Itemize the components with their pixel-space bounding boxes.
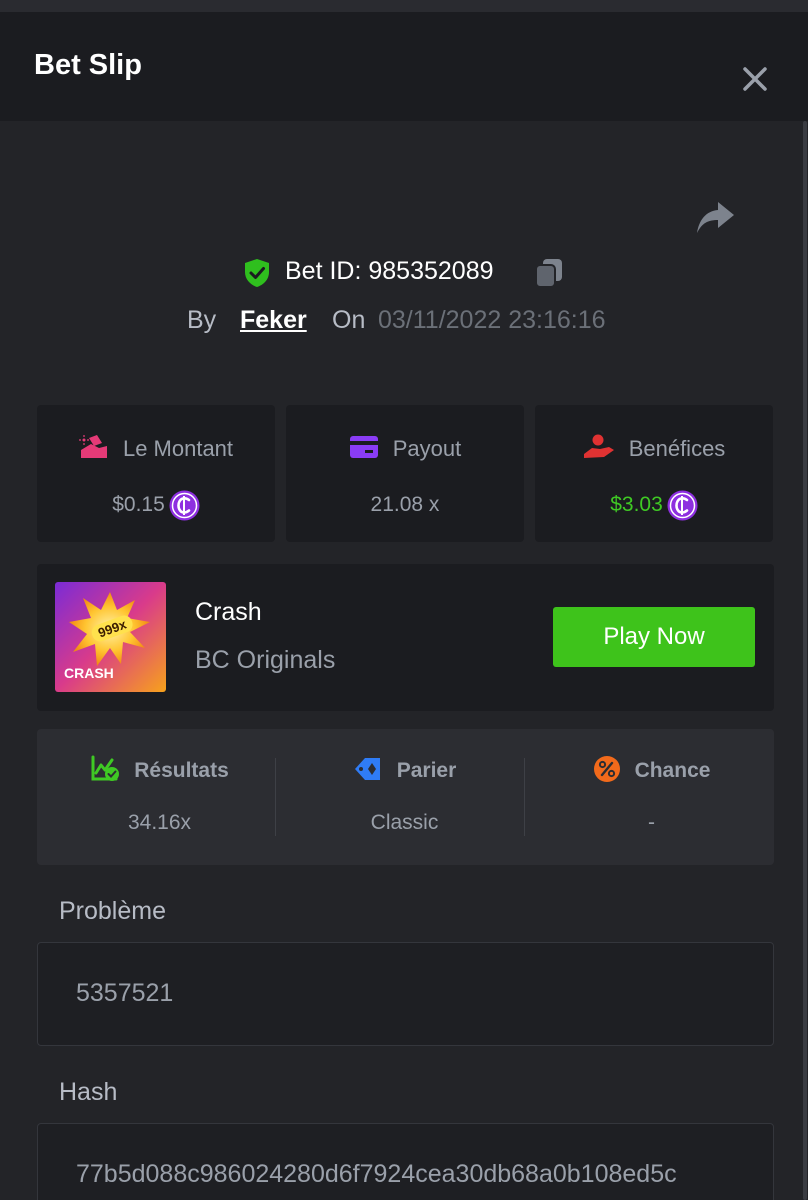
game-provider: BC Originals <box>195 646 336 674</box>
share-icon <box>697 202 734 233</box>
chart-check-icon <box>90 755 120 788</box>
result-column-results: Résultats 34.16x <box>37 729 282 865</box>
coins-hand-icon <box>78 434 109 465</box>
probleme-label: Problème <box>59 897 166 925</box>
stat-card-profit: Benéfices $3.03 <box>535 405 773 542</box>
stat-value: $3.03 <box>610 493 663 516</box>
bet-meta-row: By Feker On 03/11/2022 23:16:16 <box>0 302 808 342</box>
stat-label: Benéfices <box>628 436 726 461</box>
stat-value: $0.15 <box>112 493 165 516</box>
stat-label: Payout <box>392 436 462 461</box>
by-label: By <box>187 306 217 334</box>
game-name[interactable]: Crash <box>195 598 262 627</box>
svg-text:CRASH: CRASH <box>64 665 114 681</box>
game-thumbnail[interactable]: 999x CRASH <box>55 582 166 692</box>
stat-label: Le Montant <box>122 436 234 461</box>
coin-icon <box>169 490 200 521</box>
play-now-button[interactable]: Play Now <box>553 607 755 667</box>
result-label: Parier <box>396 759 457 782</box>
divider <box>524 758 525 836</box>
hash-label: Hash <box>59 1078 118 1106</box>
result-value: - <box>648 811 655 834</box>
card-icon <box>349 435 379 464</box>
on-label: On <box>332 306 366 334</box>
bet-datetime: 03/11/2022 23:16:16 <box>378 306 606 334</box>
close-icon <box>743 67 767 91</box>
stat-value: 21.08 x <box>370 493 440 516</box>
game-card: 999x CRASH Crash BC Originals Play Now <box>37 564 774 711</box>
stat-card-amount: Le Montant $0.15 <box>37 405 275 542</box>
page-title: Bet Slip <box>34 49 142 81</box>
user-link[interactable]: Feker <box>240 306 307 335</box>
hash-value: 77b5d088c986024280d6f7924cea30db68a0b108… <box>76 1160 677 1188</box>
hash-field[interactable]: 77b5d088c986024280d6f7924cea30db68a0b108… <box>37 1123 774 1200</box>
result-column-chance: Chance - <box>529 729 774 865</box>
bet-id: Bet ID: 985352089 <box>285 257 494 285</box>
shield-check-icon <box>243 258 271 288</box>
probleme-field[interactable]: 5357521 <box>37 942 774 1046</box>
percent-icon <box>593 755 621 788</box>
result-label: Chance <box>634 759 711 782</box>
bet-slip-header: Bet Slip <box>0 12 808 121</box>
bet-id-row: Bet ID: 985352089 <box>0 252 808 292</box>
copy-icon[interactable] <box>534 257 564 289</box>
profit-hand-icon <box>583 434 615 465</box>
result-value: Classic <box>370 811 439 834</box>
top-strip <box>0 0 808 12</box>
close-button[interactable] <box>738 62 772 96</box>
result-label: Résultats <box>134 759 229 782</box>
result-value: 34.16x <box>127 811 192 834</box>
probleme-value: 5357521 <box>76 979 174 1007</box>
result-column-bet-type: Parier Classic <box>282 729 527 865</box>
tag-icon <box>353 755 383 788</box>
divider <box>275 758 276 836</box>
stat-card-payout: Payout 21.08 x <box>286 405 524 542</box>
results-card: Résultats 34.16x Parier Classic Chance - <box>37 729 774 865</box>
share-button[interactable] <box>694 198 736 238</box>
coin-icon <box>667 490 698 521</box>
